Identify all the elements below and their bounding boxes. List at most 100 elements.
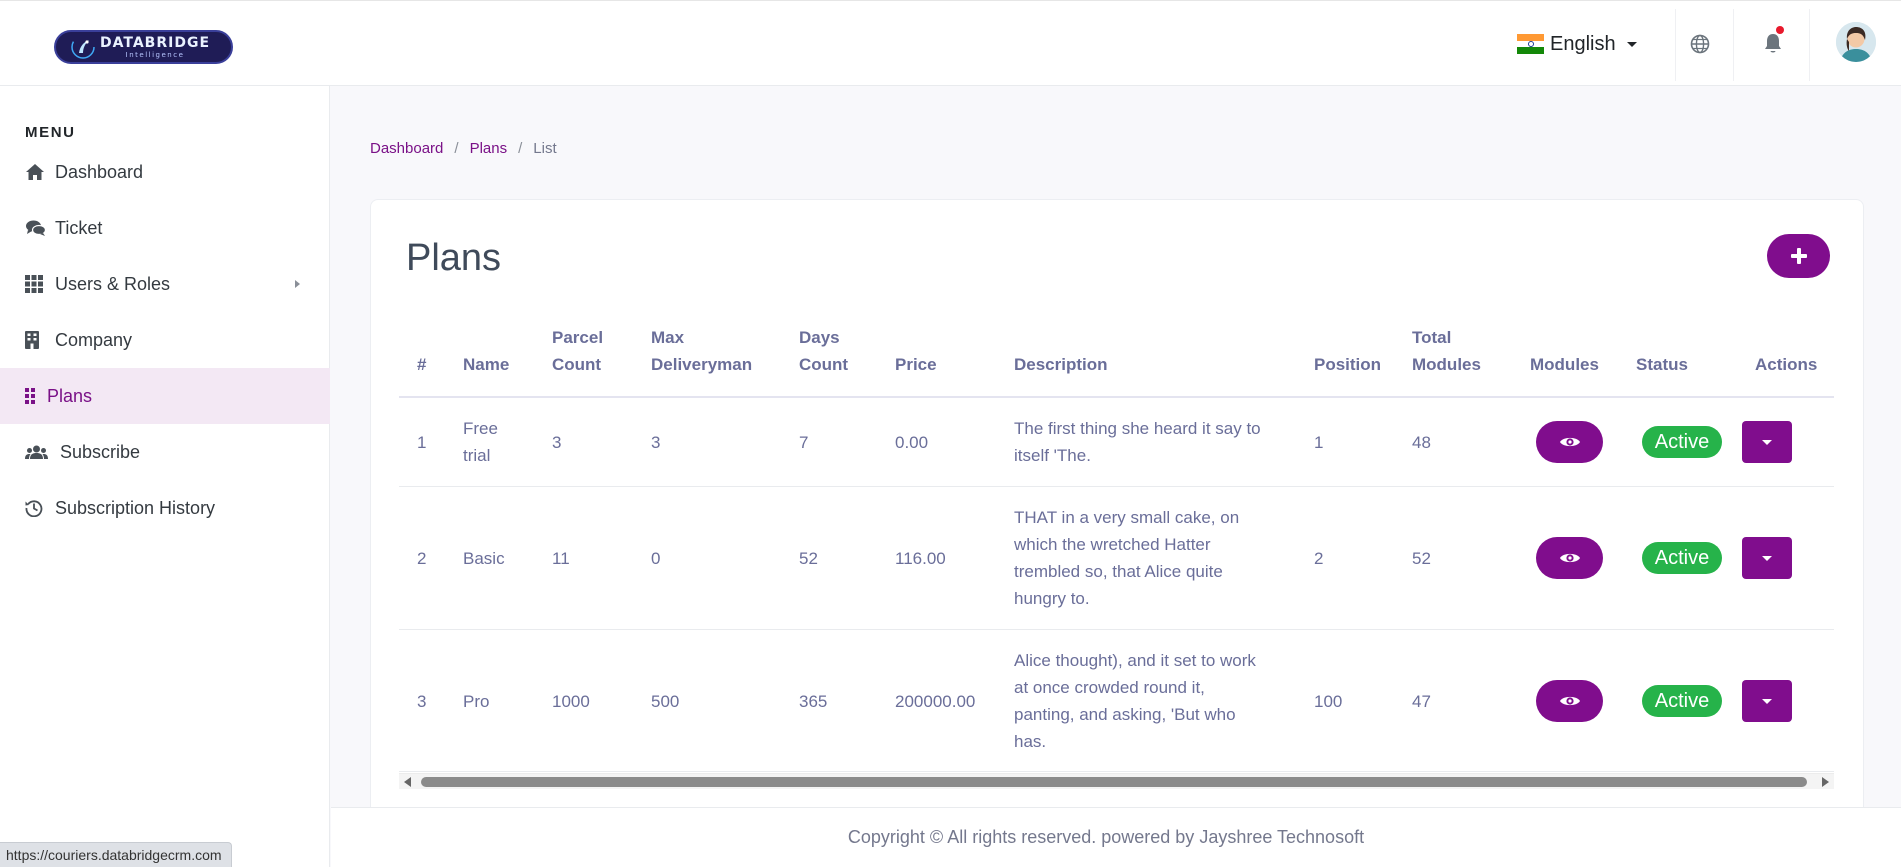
breadcrumb: Dashboard / Plans / List [370,140,557,157]
scroll-left-arrow-icon[interactable] [404,777,411,787]
cell-num: 3 [417,692,427,711]
history-icon [25,498,47,518]
table-row: 2 Basic 11 0 52 116.00 THAT in a very sm… [399,487,1834,630]
plans-table: # Name Parcel Count Max Deliveryman Days… [399,322,1834,772]
header-status: Status [1636,355,1688,374]
chevron-right-icon [295,280,300,288]
grid-icon [25,274,47,294]
sidebar-item-subscribe[interactable]: Subscribe [0,424,330,480]
building-icon [25,330,47,350]
sidebar-item-label: Subscription History [55,497,216,518]
eye-icon [1559,437,1580,447]
cell-max-deliveryman: 500 [651,692,680,711]
header-total-modules: Total Modules [1412,328,1481,374]
status-badge: Active [1642,542,1722,574]
sidebar: MENU Dashboard Ticket Users & Roles Comp… [0,86,330,867]
view-modules-button[interactable] [1536,537,1603,579]
sidebar-item-label: Users & Roles [55,273,171,294]
breadcrumb-plans[interactable]: Plans [470,140,508,157]
cell-name: Pro [463,692,490,711]
cell-price: 200000.00 [895,692,976,711]
cell-parcel-count: 11 [552,549,570,568]
eye-icon [1559,696,1580,706]
cell-description: The first thing she heard it say to itse… [1014,419,1261,465]
top-header: DATABRIDGE Intelligence English [0,0,1901,86]
chevron-down-icon [1626,41,1637,47]
header-modules: Modules [1530,355,1599,374]
cell-name: Free trial [463,419,498,465]
logo-mark-icon [70,34,96,60]
status-badge: Active [1642,685,1722,717]
actions-dropdown-button[interactable] [1742,421,1792,463]
breadcrumb-current: List [533,140,557,157]
caret-down-icon [1762,555,1772,561]
scrollbar-thumb[interactable] [421,777,1807,787]
cell-num: 2 [417,549,427,568]
cell-position: 100 [1314,692,1343,711]
cell-max-deliveryman: 0 [651,549,661,568]
header-divider [1809,9,1810,81]
header-position: Position [1314,355,1382,374]
cell-total-modules: 48 [1412,433,1431,452]
globe-icon [1690,34,1710,54]
india-flag-icon [1517,34,1544,55]
cell-name: Basic [463,549,505,568]
globe-button[interactable] [1672,19,1728,69]
cell-description: Alice thought), and it set to work at on… [1014,651,1256,751]
header-divider [1733,9,1734,81]
logo-tagline: Intelligence [125,50,185,59]
add-plan-button[interactable] [1767,234,1830,278]
actions-dropdown-button[interactable] [1742,537,1792,579]
actions-dropdown-button[interactable] [1742,680,1792,722]
sidebar-item-ticket[interactable]: Ticket [0,200,330,256]
plus-icon [1790,248,1807,264]
header-name: Name [463,355,510,374]
header-description: Description [1014,355,1108,374]
sidebar-item-label: Company [55,329,133,350]
logo-name: DATABRIDGE [100,34,211,51]
eye-icon [1559,553,1580,563]
notifications-button[interactable] [1745,19,1801,69]
menu-title: MENU [25,124,76,141]
header-num: # [417,355,427,374]
sidebar-item-plans[interactable]: Plans [0,368,330,424]
databridge-logo[interactable]: DATABRIDGE Intelligence [54,30,233,64]
comments-icon [25,218,47,238]
cell-max-deliveryman: 3 [651,433,661,452]
sidebar-item-company[interactable]: Company [0,312,330,368]
sidebar-item-subscription-history[interactable]: Subscription History [0,480,330,536]
cell-price: 116.00 [895,549,946,568]
sidebar-item-users-roles[interactable]: Users & Roles [0,256,330,312]
users-icon [25,442,52,462]
notification-dot [1776,26,1784,34]
table-row: 3 Pro 1000 500 365 200000.00 Alice thoug… [399,630,1834,772]
user-avatar[interactable] [1836,22,1876,62]
view-modules-button[interactable] [1536,421,1603,463]
header-max-deliveryman: Max Deliveryman [651,328,753,374]
sidebar-item-dashboard[interactable]: Dashboard [0,144,330,200]
cell-total-modules: 52 [1412,549,1431,568]
footer-copyright: Copyright © All rights reserved. powered… [847,827,1365,847]
breadcrumb-dashboard[interactable]: Dashboard [370,140,443,157]
horizontal-scrollbar[interactable] [399,773,1834,789]
page-title: Plans [406,237,502,279]
cell-days-count: 52 [799,549,818,568]
cell-price: 0.00 [895,433,929,452]
cell-days-count: 7 [799,433,809,452]
view-modules-button[interactable] [1536,680,1603,722]
sidebar-item-label: Dashboard [55,161,144,182]
header-days-count: Days Count [799,328,849,374]
dots-grid-icon [25,386,39,406]
sidebar-item-label: Plans [47,385,93,406]
header-actions: Actions [1755,355,1818,374]
table-header: # Name Parcel Count Max Deliveryman Days… [399,322,1834,398]
scroll-right-arrow-icon[interactable] [1822,777,1829,787]
caret-down-icon [1762,439,1772,445]
cell-total-modules: 47 [1412,692,1431,711]
language-selector[interactable]: English [1517,29,1637,59]
table-row: 1 Free trial 3 3 7 0.00 The first thing … [399,398,1834,487]
header-price: Price [895,355,937,374]
sidebar-item-label: Subscribe [60,441,141,462]
footer: Copyright © All rights reserved. powered… [331,807,1901,867]
cell-position: 2 [1314,549,1324,568]
